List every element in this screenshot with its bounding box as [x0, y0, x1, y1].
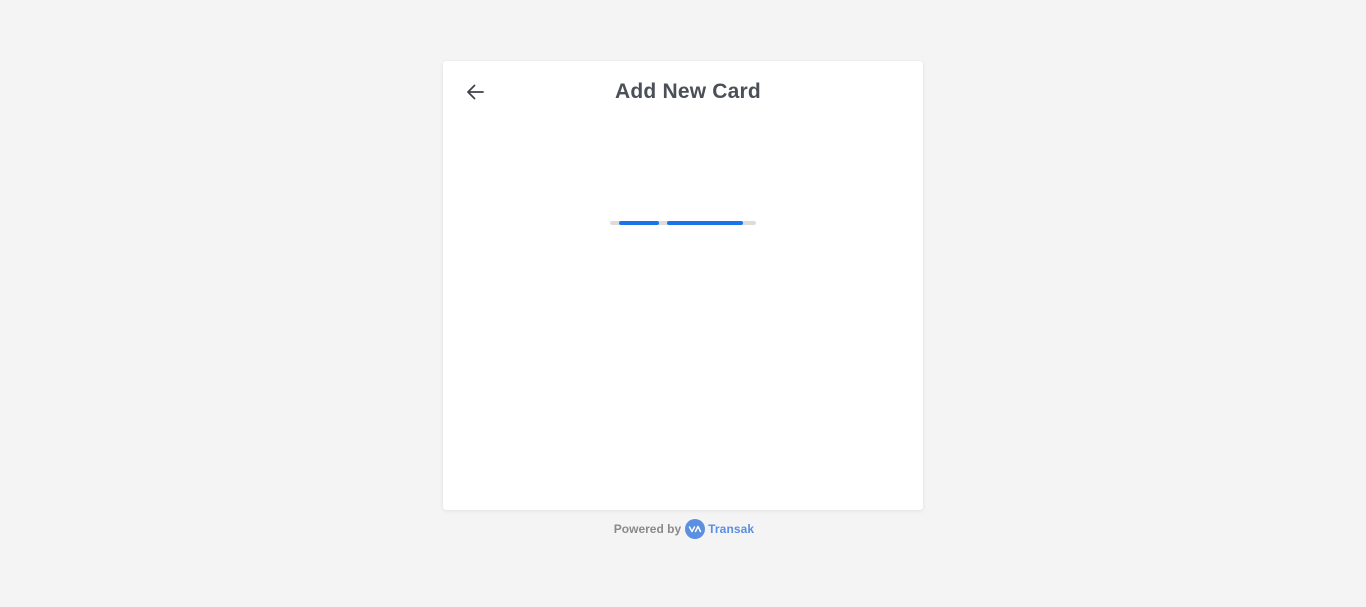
- page-title: Add New Card: [615, 80, 761, 103]
- loading-progress-bar: [610, 221, 756, 225]
- powered-by-footer: Powered by Transak: [0, 518, 1366, 540]
- brand-name[interactable]: Transak: [708, 522, 754, 536]
- loader-bar-segment: [667, 221, 743, 225]
- add-card-panel: Add New Card: [443, 61, 923, 510]
- powered-by-label: Powered by: [613, 522, 682, 536]
- transak-logo-icon: [685, 519, 706, 539]
- loader-bar-segment: [619, 221, 659, 225]
